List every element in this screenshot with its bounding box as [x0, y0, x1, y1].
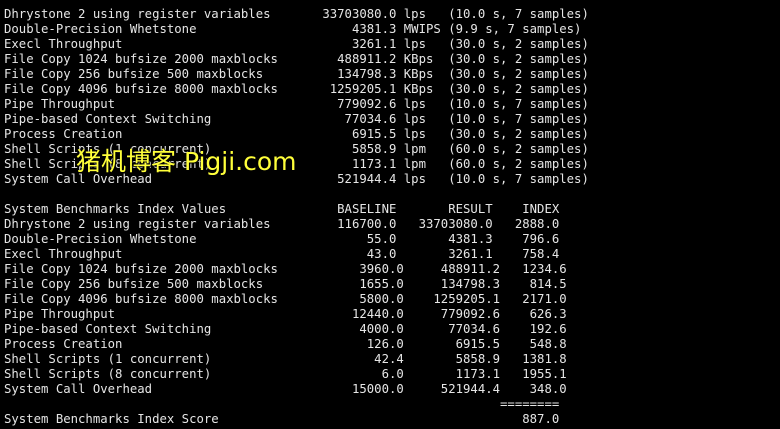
result-line-context-switching: Pipe-based Context Switching 77034.6 lps… — [4, 112, 589, 126]
result-line-filecopy-4096: File Copy 4096 bufsize 8000 maxblocks 12… — [4, 82, 589, 96]
index-separator: ======== — [4, 397, 560, 411]
index-row-filecopy-4096: File Copy 4096 bufsize 8000 maxblocks 58… — [4, 292, 567, 306]
result-line-filecopy-1024: File Copy 1024 bufsize 2000 maxblocks 48… — [4, 52, 589, 66]
index-row-whetstone: Double-Precision Whetstone 55.0 4381.3 7… — [4, 232, 560, 246]
index-table-header: System Benchmarks Index Values BASELINE … — [4, 202, 560, 216]
index-row-shell-8: Shell Scripts (8 concurrent) 6.0 1173.1 … — [4, 367, 567, 381]
result-line-dhrystone: Dhrystone 2 using register variables 337… — [4, 7, 589, 21]
result-line-filecopy-256: File Copy 256 bufsize 500 maxblocks 1347… — [4, 67, 589, 81]
index-score-line: System Benchmarks Index Score 887.0 — [4, 412, 560, 426]
result-line-pipe-throughput: Pipe Throughput 779092.6 lps (10.0 s, 7 … — [4, 97, 589, 111]
index-row-filecopy-256: File Copy 256 bufsize 500 maxblocks 1655… — [4, 277, 567, 291]
index-row-shell-1: Shell Scripts (1 concurrent) 42.4 5858.9… — [4, 352, 567, 366]
index-row-pipe-throughput: Pipe Throughput 12440.0 779092.6 626.3 — [4, 307, 567, 321]
index-row-process-creation: Process Creation 126.0 6915.5 548.8 — [4, 337, 567, 351]
index-row-filecopy-1024: File Copy 1024 bufsize 2000 maxblocks 39… — [4, 262, 567, 276]
terminal-window[interactable]: Dhrystone 2 using register variables 337… — [0, 0, 780, 429]
index-row-syscall: System Call Overhead 15000.0 521944.4 34… — [4, 382, 567, 396]
result-line-execl: Execl Throughput 3261.1 lps (30.0 s, 2 s… — [4, 37, 589, 51]
result-line-process-creation: Process Creation 6915.5 lps (30.0 s, 2 s… — [4, 127, 589, 141]
index-row-context-switching: Pipe-based Context Switching 4000.0 7703… — [4, 322, 567, 336]
index-row-execl: Execl Throughput 43.0 3261.1 758.4 — [4, 247, 560, 261]
result-line-shell-8: Shell Scripts (8 concurrent) 1173.1 lpm … — [4, 157, 589, 171]
result-line-whetstone: Double-Precision Whetstone 4381.3 MWIPS … — [4, 22, 582, 36]
result-line-shell-1: Shell Scripts (1 concurrent) 5858.9 lpm … — [4, 142, 589, 156]
index-row-dhrystone: Dhrystone 2 using register variables 116… — [4, 217, 560, 231]
result-line-syscall: System Call Overhead 521944.4 lps (10.0 … — [4, 172, 589, 186]
